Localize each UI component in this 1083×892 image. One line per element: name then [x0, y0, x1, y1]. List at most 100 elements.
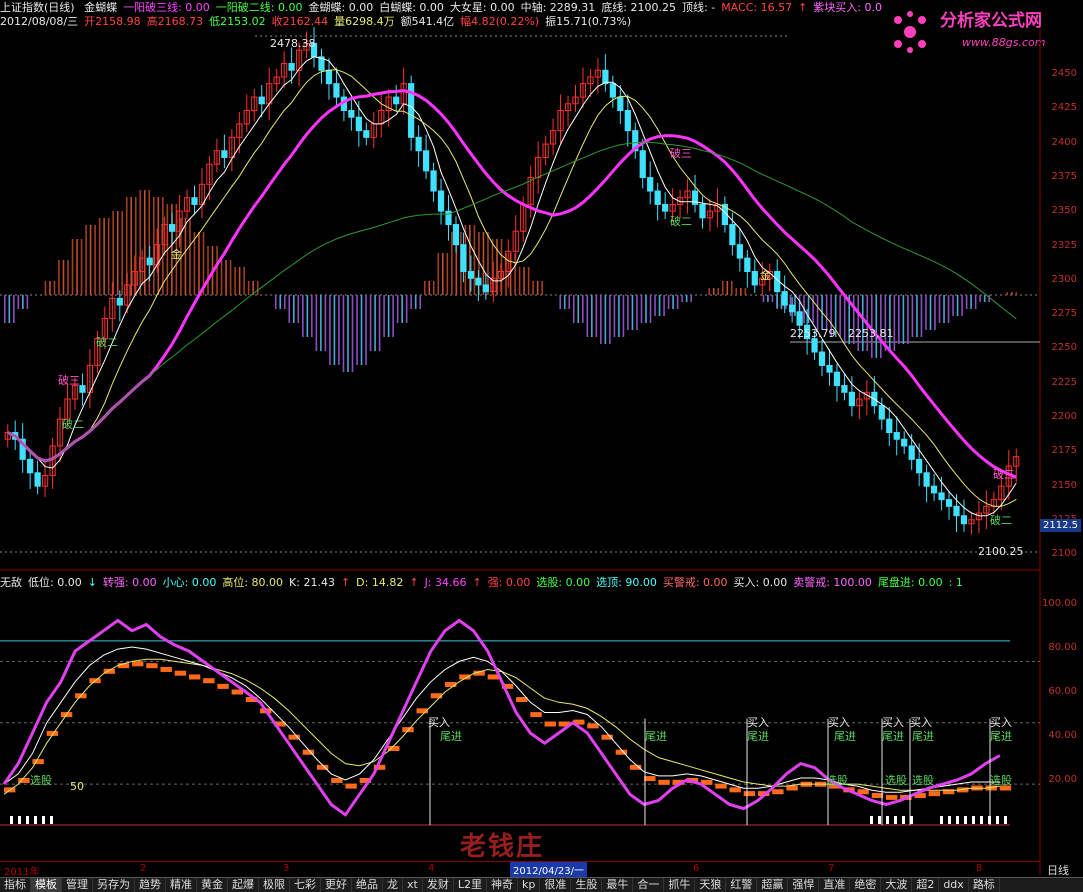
tab-item[interactable]: 管理: [62, 878, 93, 892]
trend-block: [885, 794, 898, 800]
period-label[interactable]: 日线: [1047, 862, 1069, 878]
macd-bar: [974, 295, 977, 309]
candle-body: [662, 203, 669, 212]
trend-block: [174, 670, 187, 676]
candle-body: [654, 190, 661, 205]
wei-jin-marker: 尾进: [882, 730, 904, 743]
candle-body: [930, 485, 938, 494]
main-y-tick: 2150: [1051, 479, 1077, 491]
macd-bar: [451, 232, 453, 295]
tab-item[interactable]: 龙: [383, 878, 403, 892]
candle-body: [348, 110, 355, 118]
signal-tick: [42, 816, 45, 824]
macd-bar: [157, 197, 160, 295]
macd-bar: [857, 295, 860, 351]
macd-bar: [193, 232, 196, 295]
macd-bar: [306, 295, 309, 337]
macd-bar: [225, 260, 227, 295]
tab-item[interactable]: kp: [518, 878, 541, 892]
candle-body: [258, 96, 265, 105]
indicator-item: 低位: 0.00: [28, 576, 82, 589]
signal-tick: [988, 816, 991, 824]
tab-item[interactable]: 黄金: [197, 878, 228, 892]
tab-item[interactable]: 起爆: [228, 878, 259, 892]
tab-item[interactable]: 天狼: [695, 878, 727, 892]
tab-item[interactable]: 很准: [540, 878, 572, 892]
main-y-tick: 2300: [1051, 273, 1077, 285]
macd-bar: [956, 295, 959, 316]
tab-item[interactable]: 发财: [423, 878, 454, 892]
tab-item[interactable]: 抓牛: [664, 878, 696, 892]
tab-item[interactable]: 超赢: [757, 878, 789, 892]
indicator-item: 买入: 0.00: [733, 576, 788, 589]
macd-bar: [103, 218, 105, 295]
indicator-item: 卖警戒: 100.00: [793, 576, 872, 589]
candle-body: [355, 116, 362, 132]
tab-item[interactable]: 趋势: [135, 878, 166, 892]
macd-bar: [4, 295, 6, 323]
tab-item[interactable]: L2里: [454, 878, 487, 892]
macd-bar: [947, 295, 950, 323]
macd-bar: [76, 239, 78, 295]
tab-item[interactable]: 精准: [166, 878, 197, 892]
macd-bar: [71, 239, 74, 295]
indicator-info-line: 无敌 低位: 0.00 ↓ 转强: 0.00 小心: 0.00 高位: 80.00 K: 2…: [0, 576, 969, 590]
tab-item[interactable]: 强悍: [788, 878, 820, 892]
tab-item[interactable]: 生股: [571, 878, 603, 892]
tab-item[interactable]: 合一: [633, 878, 665, 892]
candle-body: [221, 150, 228, 158]
tab-item[interactable]: 指标: [0, 878, 31, 892]
tab-item[interactable]: 七彩: [290, 878, 321, 892]
wei-jin-marker: 尾进: [834, 730, 856, 743]
candle-body: [609, 83, 616, 98]
trend-block: [715, 783, 727, 789]
level-marker: 2253.79: [790, 327, 836, 340]
macd-bar: [627, 295, 629, 330]
candle-body: [34, 472, 41, 487]
macd-bar: [414, 295, 417, 309]
macd-bar: [717, 288, 720, 295]
signal-tick: [996, 816, 999, 824]
tab-item[interactable]: 绝品: [352, 878, 383, 892]
tab-item[interactable]: xt: [403, 878, 423, 892]
main-y-tick: 2450: [1051, 68, 1077, 79]
macd-bar: [356, 295, 358, 365]
po-san-marker: 破三: [670, 147, 692, 160]
macd-bar: [979, 295, 981, 302]
level-marker-2: 2253.81: [848, 327, 894, 340]
trend-block: [658, 779, 670, 785]
signal-tick: [878, 816, 881, 824]
tab-item[interactable]: 模板: [31, 878, 62, 892]
candle-body: [826, 364, 833, 373]
tab-item[interactable]: 直准: [819, 878, 851, 892]
signal-tick: [870, 816, 873, 824]
trend-block: [530, 712, 542, 718]
macd-bar: [523, 267, 525, 295]
candle-body: [116, 297, 123, 306]
macd-bar: [283, 295, 286, 309]
trend-block: [772, 789, 784, 795]
macd-bar: [631, 295, 634, 330]
tab-item[interactable]: 大波: [881, 878, 913, 892]
macd-bar: [712, 288, 715, 295]
kline-chart[interactable]: [0, 0, 1083, 892]
po-er-marker: 破二: [670, 215, 692, 228]
candle-body: [430, 170, 437, 192]
macd-bar: [243, 267, 245, 295]
macd-bar: [952, 295, 954, 316]
tab-item[interactable]: 红警: [726, 878, 758, 892]
macd-bar: [568, 295, 571, 309]
tab-item[interactable]: 另存为: [93, 878, 135, 892]
tab-item[interactable]: 极限: [259, 878, 290, 892]
tab-item[interactable]: 更好: [321, 878, 352, 892]
tab-item[interactable]: 绝密: [850, 878, 882, 892]
tab-item[interactable]: 神奇: [487, 878, 518, 892]
tab-item[interactable]: 路标: [969, 878, 1000, 892]
indicator-item: ↑: [472, 576, 482, 589]
macd-bar: [898, 295, 900, 344]
tab-item[interactable]: 最牛: [602, 878, 634, 892]
tab-item[interactable]: ddx: [939, 878, 969, 892]
macd-bar: [107, 218, 110, 295]
tab-item[interactable]: 超2: [912, 878, 940, 892]
candle-body: [191, 197, 198, 205]
